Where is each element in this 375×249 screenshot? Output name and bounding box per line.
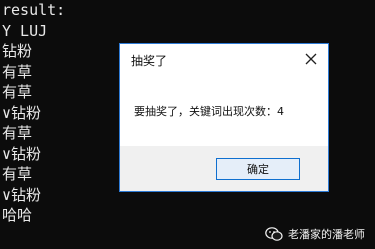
console-line: ∨钻粉 [2,185,42,204]
console-line: result: [2,1,66,19]
dialog-body: 要抽奖了，关键词出现次数：4 [120,74,328,146]
console-output: result: Y LUJ 钻粉 有草 有草 ∨钻粉 有草 ∨钻粉 有草 ∨钻粉… [2,0,65,226]
watermark-text: 老潘家的潘老师 [288,228,365,241]
close-icon [305,53,317,65]
dialog-titlebar[interactable]: 抽奖了 [120,44,328,74]
console-line: 有草 [2,62,33,81]
console-line: ∨钻粉 [2,144,42,163]
dialog-footer: 确定 [120,146,328,191]
dialog-message: 要抽奖了，关键词出现次数：4 [134,105,284,118]
close-button[interactable] [294,44,328,74]
ok-button[interactable]: 确定 [216,158,300,180]
console-line: 有草 [2,124,33,142]
console-line: 哈哈 [2,206,33,224]
console-line: 钻粉 [2,42,33,60]
console-line: 有草 [2,83,33,101]
console-line: ∨钻粉 [2,103,42,122]
console-line: Y LUJ [2,21,48,40]
lottery-dialog: 抽奖了 要抽奖了，关键词出现次数：4 确定 [119,43,329,192]
console-line: 有草 [2,165,33,183]
chat-bubbles-icon [265,225,283,243]
dialog-title: 抽奖了 [131,54,168,68]
watermark: 老潘家的潘老师 [265,225,365,243]
